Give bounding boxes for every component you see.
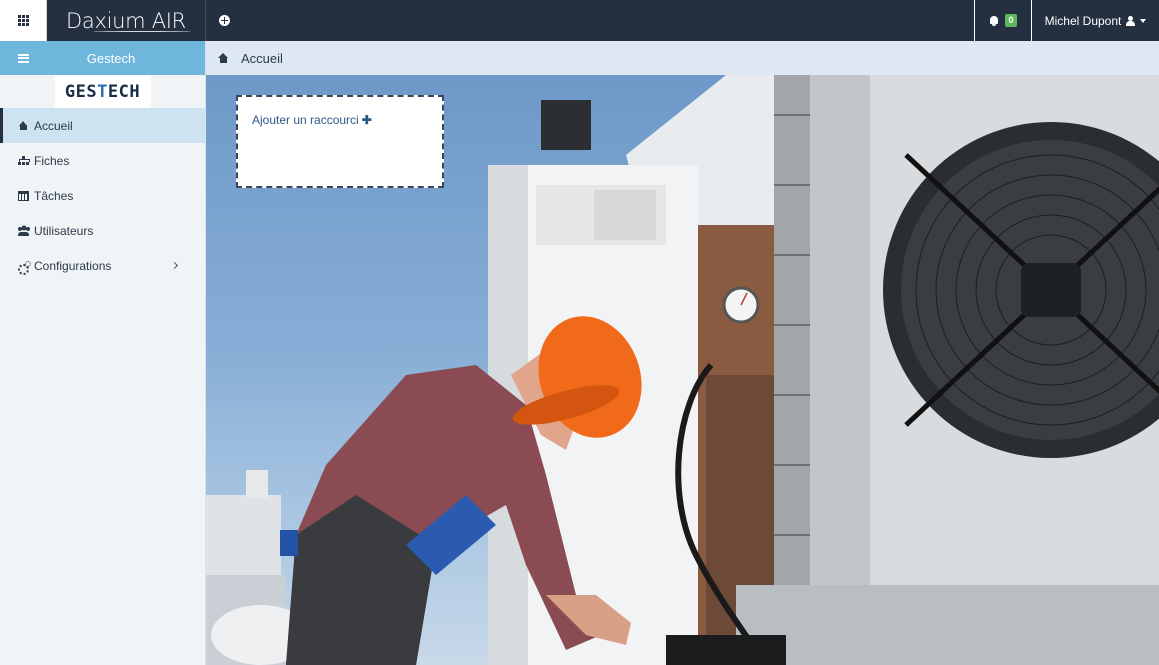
sidebar-item-label: Utilisateurs [34, 223, 94, 238]
sitemap-icon [18, 155, 30, 166]
apps-grid-button[interactable] [0, 0, 47, 41]
sidebar-title: Gestech [86, 50, 136, 66]
home-icon[interactable] [218, 53, 229, 63]
sidebar-item-label: Tâches [34, 188, 74, 203]
users-icon [18, 226, 29, 236]
add-shortcut-link[interactable]: Ajouter un raccourci ✚ [252, 113, 372, 127]
sidebar-item-utilisateurs[interactable]: Utilisateurs [0, 213, 205, 248]
add-shortcut-box[interactable]: Ajouter un raccourci ✚ [236, 95, 444, 188]
cogs-icon [18, 260, 31, 275]
breadcrumb-label: Accueil [241, 50, 283, 66]
breadcrumb: Accueil [206, 41, 1159, 75]
sidebar-menu: Accueil Fiches Tâches Utilisateurs Confi… [0, 108, 205, 283]
sidebar-item-label: Fiches [34, 153, 70, 168]
sidebar-item-taches[interactable]: Tâches [0, 178, 205, 213]
company-logo: GESTECH [54, 75, 151, 108]
add-shortcut-label: Ajouter un raccourci [252, 113, 359, 127]
notification-badge: 0 [1005, 14, 1017, 27]
user-icon [1126, 15, 1136, 26]
hamburger-icon [18, 53, 29, 63]
grid-icon [17, 15, 29, 26]
add-button[interactable] [206, 0, 242, 41]
bell-icon [989, 15, 999, 26]
sidebar-header: Gestech [0, 41, 205, 75]
user-name: Michel Dupont [1044, 13, 1122, 28]
calendar-icon [18, 190, 29, 201]
user-menu[interactable]: Michel Dupont [1031, 0, 1159, 41]
sidebar-item-label: Configurations [34, 258, 112, 273]
top-bar: Daxium AIR 0 Michel Dupont [0, 0, 1159, 41]
sidebar-item-configurations[interactable]: Configurations [0, 248, 205, 283]
caret-down-icon [1140, 18, 1147, 23]
home-icon [18, 120, 29, 131]
brand-logo[interactable]: Daxium AIR [47, 0, 206, 41]
sidebar-item-label: Accueil [34, 118, 73, 133]
chevron-right-icon [170, 261, 179, 270]
sidebar: Gestech GESTECH Accueil Fiches Tâches Ut… [0, 41, 206, 665]
brand-name: Daxium AIR [66, 8, 186, 33]
sidebar-item-accueil[interactable]: Accueil [0, 108, 205, 143]
plus-circle-icon [218, 15, 230, 26]
sidebar-item-fiches[interactable]: Fiches [0, 143, 205, 178]
notifications-button[interactable]: 0 [974, 0, 1031, 41]
plus-icon: ✚ [361, 113, 372, 127]
menu-toggle-button[interactable] [0, 53, 47, 63]
